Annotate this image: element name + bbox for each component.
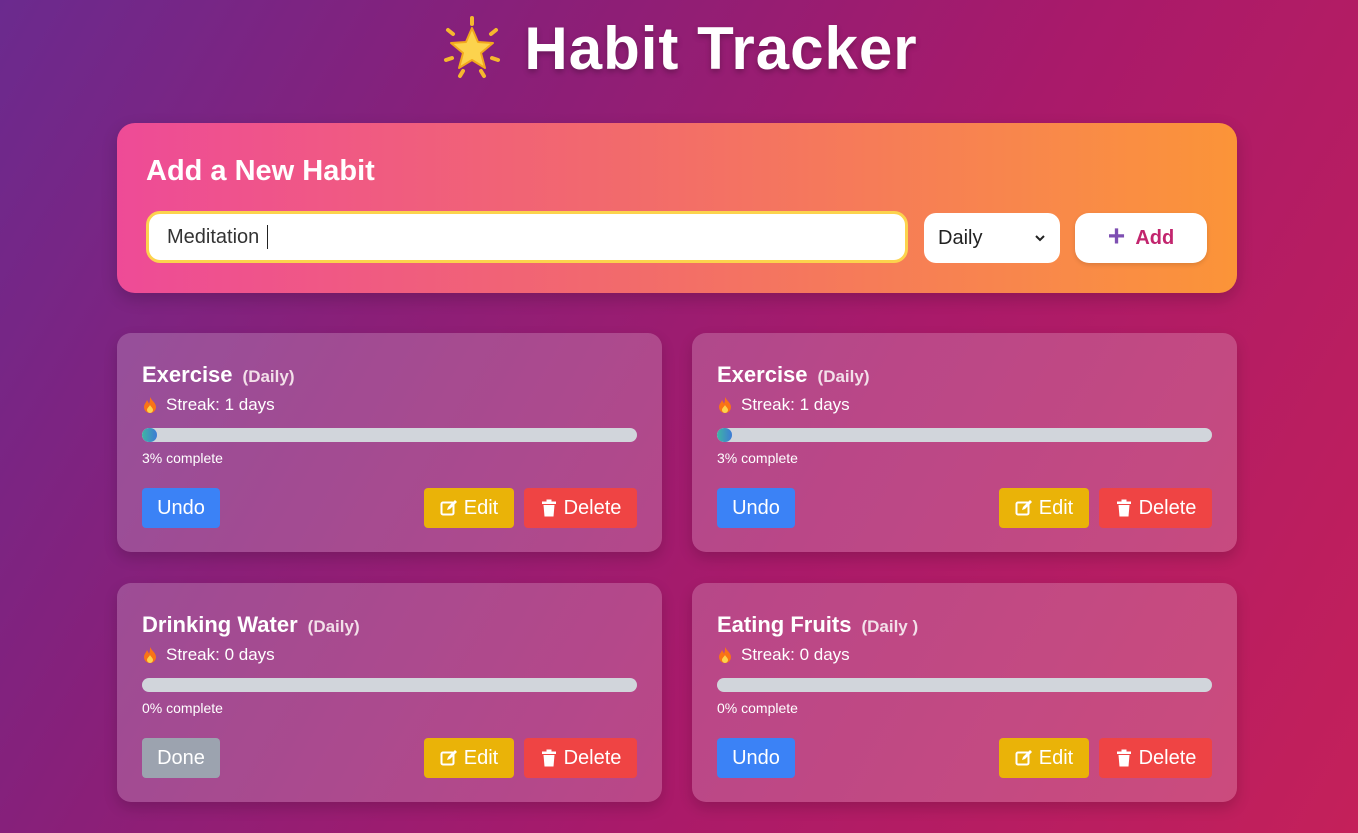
habit-name: Exercise	[142, 362, 233, 387]
undo-button[interactable]: Undo	[142, 488, 220, 528]
delete-label: Delete	[563, 746, 622, 769]
done-button[interactable]: Done	[142, 738, 220, 778]
habit-card: Exercise (Daily) Streak: 1 days 3% comple…	[692, 333, 1237, 552]
add-habit-heading: Add a New Habit	[146, 155, 375, 187]
delete-button[interactable]: Delete	[524, 488, 637, 528]
progress-bar	[142, 428, 637, 442]
text-caret	[267, 225, 269, 249]
progress-text: 3% complete	[717, 450, 798, 466]
fire-icon	[719, 397, 731, 413]
edit-label: Edit	[463, 496, 499, 519]
habit-card: Eating Fruits (Daily ) Streak: 0 days 0% …	[692, 583, 1237, 802]
page-header: Habit Tracker	[0, 8, 1358, 88]
edit-label: Edit	[1038, 496, 1074, 519]
edit-label: Edit	[1038, 746, 1074, 769]
delete-label: Delete	[563, 496, 622, 519]
fire-icon	[719, 647, 731, 663]
progress-bar	[717, 678, 1212, 692]
progress-fill	[142, 428, 157, 442]
trash-icon	[541, 749, 556, 767]
streak-text: Streak: 0 days	[166, 645, 275, 664]
delete-button[interactable]: Delete	[1099, 738, 1212, 778]
streak-text: Streak: 1 days	[166, 395, 275, 414]
habit-card: Drinking Water (Daily) Streak: 0 days 0% …	[117, 583, 662, 802]
delete-button[interactable]: Delete	[524, 738, 637, 778]
trash-icon	[1116, 499, 1131, 517]
habit-name: Drinking Water	[142, 612, 298, 637]
progress-text: 0% complete	[142, 700, 223, 716]
habit-frequency: (Daily)	[817, 367, 870, 386]
edit-icon	[440, 500, 457, 516]
delete-label: Delete	[1138, 496, 1197, 519]
fire-icon	[144, 647, 156, 663]
fire-icon	[144, 397, 156, 413]
edit-button[interactable]: Edit	[424, 738, 514, 778]
streak-text: Streak: 1 days	[741, 395, 850, 414]
habit-frequency: (Daily)	[242, 367, 295, 386]
edit-icon	[440, 750, 457, 766]
edit-button[interactable]: Edit	[999, 488, 1089, 528]
edit-label: Edit	[463, 746, 499, 769]
page-title: Habit Tracker	[524, 14, 918, 82]
progress-text: 0% complete	[717, 700, 798, 716]
chevron-down-icon	[1035, 235, 1045, 242]
progress-text: 3% complete	[142, 450, 223, 466]
progress-bar	[142, 678, 637, 692]
add-button-label: Add	[1135, 226, 1175, 249]
habit-name: Exercise	[717, 362, 808, 387]
edit-button[interactable]: Edit	[424, 488, 514, 528]
habit-frequency: (Daily)	[307, 617, 360, 636]
progress-fill	[717, 428, 732, 442]
habit-streak: Streak: 1 days	[142, 395, 275, 415]
habit-frequency: (Daily )	[861, 617, 919, 636]
trash-icon	[1116, 749, 1131, 767]
star-icon	[444, 16, 501, 78]
streak-text: Streak: 0 days	[741, 645, 850, 664]
edit-icon	[1015, 500, 1032, 516]
frequency-select[interactable]: Daily	[924, 213, 1060, 263]
habit-streak: Streak: 1 days	[717, 395, 850, 415]
delete-button[interactable]: Delete	[1099, 488, 1212, 528]
undo-button[interactable]: Undo	[717, 738, 795, 778]
plus-icon: +	[1107, 219, 1126, 253]
habit-streak: Streak: 0 days	[142, 645, 275, 665]
trash-icon	[541, 499, 556, 517]
delete-label: Delete	[1138, 746, 1197, 769]
frequency-selected-value: Daily	[938, 226, 983, 249]
undo-button[interactable]: Undo	[717, 488, 795, 528]
habit-streak: Streak: 0 days	[717, 645, 850, 665]
edit-icon	[1015, 750, 1032, 766]
edit-button[interactable]: Edit	[999, 738, 1089, 778]
progress-bar	[717, 428, 1212, 442]
add-habit-panel: Add a New Habit Meditation Daily + Add	[117, 123, 1237, 293]
add-habit-button[interactable]: + Add	[1075, 213, 1207, 263]
habit-name: Eating Fruits	[717, 612, 852, 637]
habit-name-input[interactable]: Meditation	[146, 211, 908, 263]
habit-card: Exercise (Daily) Streak: 1 days 3% comple…	[117, 333, 662, 552]
habit-name-value: Meditation	[167, 225, 260, 248]
